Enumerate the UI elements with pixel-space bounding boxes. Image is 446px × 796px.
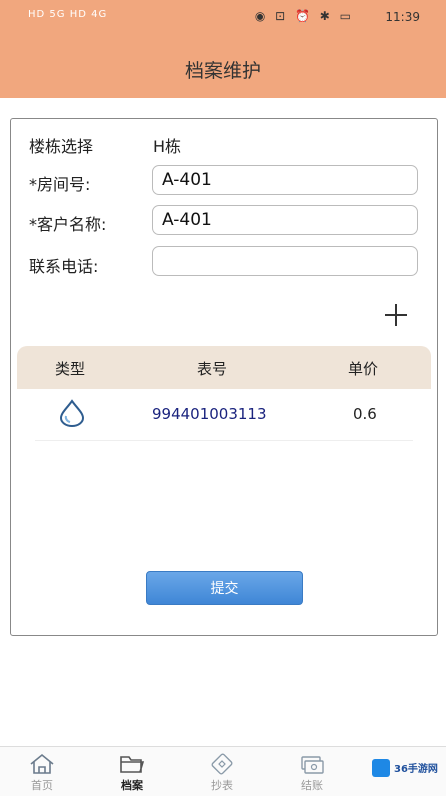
column-header-price: 单价 bbox=[348, 360, 379, 378]
submit-button[interactable]: 提交 bbox=[146, 571, 303, 605]
app-bar: 档案维护 bbox=[0, 36, 446, 98]
building-label: 楼栋选择 bbox=[29, 137, 94, 156]
nav-label-archive: 档案 bbox=[121, 779, 143, 792]
nav-item-home[interactable]: 首页 bbox=[12, 753, 72, 793]
folder-icon bbox=[120, 756, 145, 773]
customer-label: *客户名称: bbox=[29, 215, 107, 234]
customer-input[interactable] bbox=[152, 205, 418, 235]
add-meter-button[interactable] bbox=[383, 302, 409, 328]
site-watermark: 36手游网 bbox=[372, 756, 442, 782]
phone-label: 联系电话: bbox=[29, 257, 99, 276]
room-label: *房间号: bbox=[29, 175, 91, 194]
column-header-type: 类型 bbox=[55, 360, 86, 378]
nav-item-checkout[interactable]: 结账 bbox=[282, 753, 342, 793]
status-icons: ◉ ⊡ ⏰ ✱ ▭ bbox=[254, 9, 354, 23]
nav-item-meter-reading[interactable]: 抄表 bbox=[192, 753, 252, 793]
nav-label-meter-reading: 抄表 bbox=[211, 779, 233, 792]
status-bar: HD 5G HD 4G ◉ ⊡ ⏰ ✱ ▭ 11:39 bbox=[0, 0, 446, 36]
watermark-logo-icon bbox=[372, 759, 390, 777]
table-row[interactable]: 994401003113 0.6 bbox=[35, 391, 413, 441]
money-icon bbox=[301, 756, 324, 774]
room-input[interactable] bbox=[152, 165, 418, 195]
meter-number: 994401003113 bbox=[152, 405, 267, 423]
nav-item-archive[interactable]: 档案 bbox=[102, 753, 162, 793]
column-header-meter-no: 表号 bbox=[197, 360, 228, 378]
building-select[interactable]: H栋 bbox=[153, 133, 181, 157]
form-card: 楼栋选择 H栋 *房间号: *客户名称: 联系电话: 类型 表号 单价 9944… bbox=[10, 118, 438, 636]
unit-price: 0.6 bbox=[353, 405, 377, 423]
phone-input[interactable] bbox=[152, 246, 418, 276]
meter-icon bbox=[211, 753, 233, 775]
watermark-text: 36手游网 bbox=[394, 764, 438, 775]
page-title: 档案维护 bbox=[184, 60, 261, 82]
signal-indicators: HD 5G HD 4G bbox=[28, 9, 108, 20]
table-header: 类型 表号 单价 bbox=[17, 346, 431, 389]
status-time: 11:39 bbox=[385, 10, 420, 24]
nav-label-home: 首页 bbox=[31, 779, 53, 792]
nav-label-checkout: 结账 bbox=[301, 779, 323, 792]
home-icon bbox=[30, 753, 54, 774]
water-drop-icon bbox=[59, 399, 85, 427]
